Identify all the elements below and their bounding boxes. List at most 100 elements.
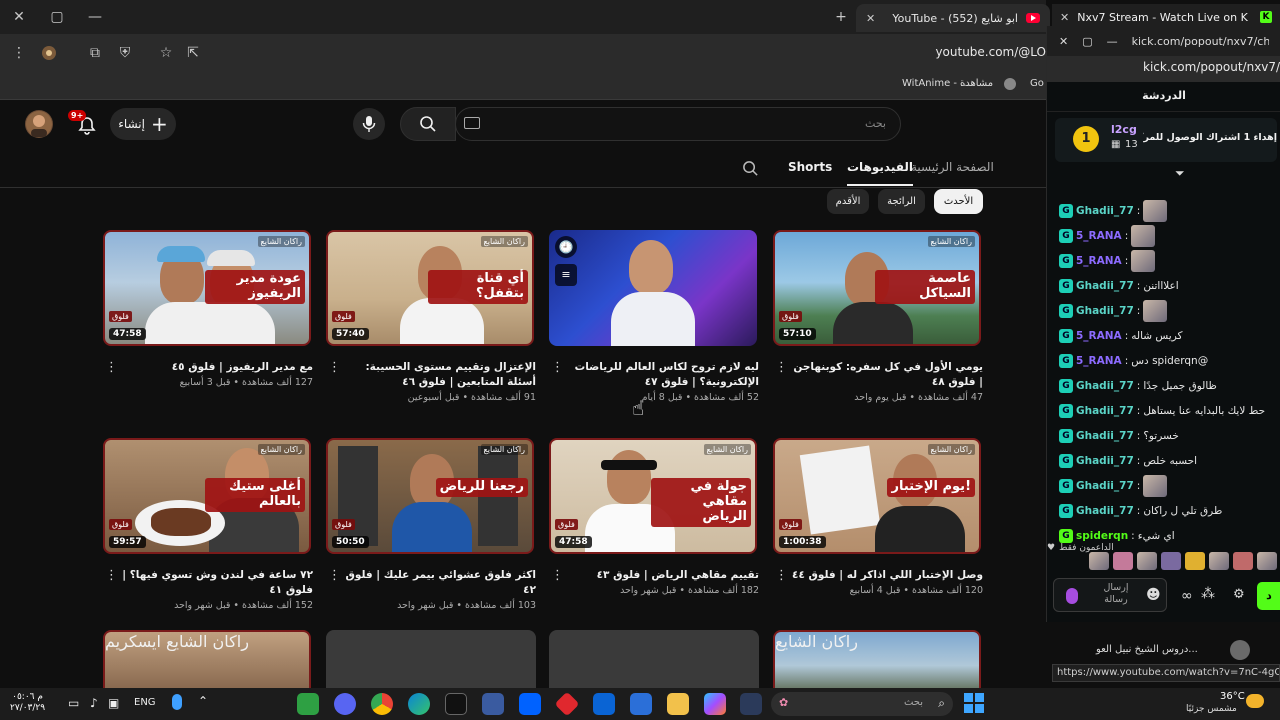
video-thumbnail[interactable]: راكان الشايع عاصمة السياكل فلوق 57:10 — [773, 230, 981, 346]
video-thumbnail[interactable]: راكان الشايع ايسكريم — [103, 630, 311, 688]
close-tab-icon[interactable]: ✕ — [1060, 11, 1069, 24]
chat-username[interactable]: Ghadii_77 — [1076, 480, 1134, 492]
video-card[interactable]: راكان الشايع يوم الإختبار! فلوق 1:00:38 … — [773, 438, 983, 596]
chat-username[interactable]: 5_RANA — [1076, 355, 1122, 367]
video-card[interactable]: راكان الشايع عاصمة السياكل فلوق 57:10 ⋮ … — [773, 230, 983, 403]
chat-message[interactable]: G Ghadii_77: — [1059, 473, 1266, 498]
chat-username[interactable]: 5_RANA — [1076, 330, 1122, 342]
close-icon[interactable]: ✕ — [1059, 35, 1068, 48]
chat-message[interactable]: G 5_RANA: — [1059, 223, 1266, 248]
video-title[interactable]: اكثر فلوق عشوائي بيمر عليك | فلوق ٤٢ — [326, 568, 536, 598]
chat-message[interactable]: G 5_RANA: كريس شاله — [1059, 323, 1266, 348]
language-indicator[interactable]: ENG — [134, 697, 156, 708]
more-options-icon[interactable]: ⋮ — [105, 360, 118, 375]
chat-username[interactable]: Ghadii_77 — [1076, 280, 1134, 292]
video-title[interactable]: مع مدير الريفيوز | فلوق ٤٥ — [103, 360, 313, 375]
tab-youtube[interactable]: ✕ YouTube - ابو شايع (552) — [856, 4, 1050, 32]
watch-later-icon[interactable]: 🕘 — [555, 236, 577, 258]
video-title[interactable]: وصل الإختبار اللي اذاكر له | فلوق ٤٤ — [773, 568, 983, 583]
microphone-icon[interactable] — [172, 694, 182, 710]
points-icon[interactable]: ⁂ — [1201, 586, 1215, 602]
more-options-icon[interactable]: ⋮ — [551, 568, 564, 583]
edge-icon[interactable] — [408, 693, 430, 715]
more-options-icon[interactable]: ⋮ — [328, 568, 341, 583]
star-icon[interactable]: ☆ — [155, 42, 177, 64]
avatar[interactable] — [25, 110, 53, 138]
menu-dots-icon[interactable]: ⋮ — [8, 42, 30, 64]
video-card[interactable]: راكان الشايع عودة مدير الريفيوز فلوق 47:… — [103, 230, 313, 388]
chat-message[interactable]: G Ghadii_77: خسرتو؟ — [1059, 423, 1266, 448]
tab-home[interactable]: الصفحة الرئيسية — [911, 160, 994, 174]
filter-oldest[interactable]: الأقدم — [827, 189, 869, 214]
dropbox-icon[interactable] — [519, 693, 541, 715]
video-title[interactable]: ليه لازم تروح لكاس العالم للرياضات الإلك… — [549, 360, 759, 390]
close-window-icon[interactable]: ✕ — [8, 6, 30, 28]
app-icon[interactable] — [630, 693, 652, 715]
video-card[interactable]: راكان الشايع جولة في مقاهي الرياض فلوق 4… — [549, 438, 759, 596]
search-input[interactable]: بحث — [865, 117, 886, 130]
infinity-icon[interactable]: ∞ — [1181, 588, 1193, 604]
close-tab-icon[interactable]: ✕ — [866, 12, 875, 25]
chat-message[interactable]: G 5_RANA: — [1059, 248, 1266, 273]
chat-username[interactable]: Ghadii_77 — [1076, 405, 1134, 417]
video-card[interactable]: راكان الشايع أي قناة بتقفل؟ فلوق 57:40 ⋮… — [326, 230, 536, 403]
chat-message[interactable]: G Ghadii_77: حط لايك بالبدايه عنا يستاهل — [1059, 398, 1266, 423]
video-thumbnail[interactable]: راكان الشايع عودة مدير الريفيوز فلوق 47:… — [103, 230, 311, 346]
chat-message[interactable]: G Ghadii_77: — [1059, 198, 1266, 223]
file-explorer-icon[interactable] — [667, 693, 689, 715]
taskbar-search-input[interactable]: بحث — [904, 697, 923, 708]
taskbar-search[interactable]: ✿ بحث ⌕ — [771, 692, 953, 716]
message-input[interactable]: إرسال رسالة ☻ — [1053, 578, 1167, 612]
video-thumbnail[interactable]: 🕘 ≡ — [549, 230, 757, 346]
discord-icon[interactable] — [334, 693, 356, 715]
bookmark-item[interactable]: مشاهدة — [960, 78, 993, 89]
anydesk-icon[interactable] — [554, 691, 580, 717]
volume-icon[interactable]: ♪ — [90, 696, 98, 710]
share-icon[interactable]: ⇱ — [182, 42, 204, 64]
chat-message[interactable]: G Ghadii_77: احسبه خلص — [1059, 448, 1266, 473]
extension-icon[interactable] — [38, 42, 60, 64]
more-options-icon[interactable]: ⋮ — [551, 360, 564, 375]
emote-strip[interactable] — [1053, 552, 1277, 574]
channel-search-icon[interactable] — [742, 160, 759, 177]
app-icon[interactable] — [740, 693, 762, 715]
chat-message[interactable]: G Ghadii_77: اعلاااتنن — [1059, 273, 1266, 298]
more-options-icon[interactable]: ⋮ — [105, 568, 118, 583]
emoji-icon[interactable]: ☻ — [1146, 587, 1161, 603]
video-thumbnail[interactable]: راكان الشايع أي قناة بتقفل؟ فلوق 57:40 — [326, 230, 534, 346]
more-options-icon[interactable]: ⋮ — [328, 360, 341, 375]
epic-games-icon[interactable] — [445, 693, 467, 715]
chat-username[interactable]: Ghadii_77 — [1076, 430, 1134, 442]
new-tab-icon[interactable]: + — [830, 6, 852, 28]
notifications-button[interactable]: 9+ — [68, 110, 98, 138]
minimize-icon[interactable]: — — [84, 6, 106, 28]
chat-message[interactable]: G 5_RANA: @spiderqn دس — [1059, 348, 1266, 373]
chat-username[interactable]: Ghadii_77 — [1076, 455, 1134, 467]
chat-username[interactable]: 5_RANA — [1076, 230, 1122, 242]
shield-icon[interactable]: ⛨ — [114, 42, 136, 64]
create-button[interactable]: إنشاء + — [110, 108, 176, 140]
settings-gear-icon[interactable]: ⚙ — [1233, 587, 1245, 602]
chat-username[interactable]: Ghadii_77 — [1076, 505, 1134, 517]
pinned-goal-banner[interactable]: 1 l2cg ▦ 13 إهداء 1 اشتراك الوصول للمركز… — [1055, 118, 1277, 162]
chrome-icon[interactable] — [371, 693, 393, 715]
video-thumbnail[interactable]: راكان الشايع جولة في مقاهي الرياض فلوق 4… — [549, 438, 757, 554]
bookmark-item[interactable]: Go — [1030, 78, 1044, 89]
tab-shorts[interactable]: Shorts — [788, 160, 832, 174]
filter-latest[interactable]: الأحدث — [934, 189, 983, 214]
video-title[interactable]: يومي الأول في كل سفره: كوبنهاجن | فلوق ٤… — [773, 360, 983, 390]
popout-address[interactable]: kick.com/popout/nxv7/ch — [1047, 56, 1280, 82]
minimize-icon[interactable]: — — [1107, 35, 1118, 48]
keyboard-icon[interactable] — [464, 117, 480, 129]
video-card[interactable]: راكان الشايع أغلى ستيك بالعالم فلوق 59:5… — [103, 438, 313, 611]
more-options-icon[interactable]: ⋮ — [775, 568, 788, 583]
puzzle-icon[interactable]: ⧉ — [84, 42, 106, 64]
video-card[interactable]: 🕘 ≡ ⋮ ليه لازم تروح لكاس العالم للرياضات… — [549, 230, 759, 403]
chat-message[interactable]: G Ghadii_77: — [1059, 298, 1266, 323]
video-thumbnail-placeholder[interactable] — [549, 630, 759, 688]
video-title[interactable]: ٧٢ ساعة في لندن وش تسوي فيها؟ | فلوق ٤١ — [103, 568, 313, 598]
chat-username[interactable]: Ghadii_77 — [1076, 205, 1134, 217]
send-chat-button[interactable]: د — [1257, 582, 1280, 610]
chat-message[interactable]: G Ghadii_77: ظالوق جميل جدًا — [1059, 373, 1266, 398]
video-thumbnail[interactable]: راكان الشايع — [773, 630, 981, 688]
